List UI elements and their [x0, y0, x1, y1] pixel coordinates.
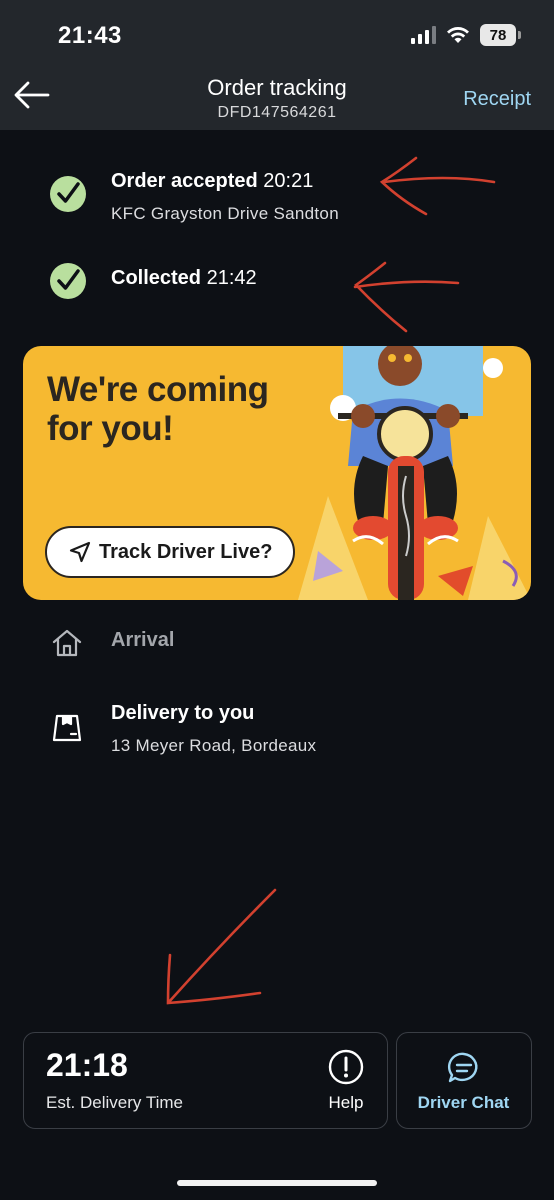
rider-illustration — [298, 346, 531, 600]
status-time: 21:43 — [58, 22, 122, 49]
step-time: 20:21 — [263, 170, 314, 192]
step-title: Order accepted 20:21 — [111, 170, 314, 192]
wifi-icon — [447, 27, 469, 43]
promo-headline: We're coming for you! — [47, 370, 269, 448]
status-icons: 78 — [411, 24, 521, 46]
step-time: 21:42 — [206, 267, 257, 289]
driver-chat-button[interactable]: Driver Chat — [396, 1032, 532, 1129]
top-bar: 21:43 78 Order tracking DFD147564261 Rec… — [0, 0, 554, 130]
step-title: Delivery to you — [111, 702, 255, 724]
package-icon — [51, 712, 89, 750]
annotation-arrow-1 — [379, 156, 496, 216]
eta-label: Est. Delivery Time — [46, 1093, 183, 1112]
track-driver-button[interactable]: Track Driver Live? — [45, 526, 295, 578]
receipt-link[interactable]: Receipt — [463, 88, 531, 111]
track-driver-label: Track Driver Live? — [99, 540, 273, 563]
promo-card: We're coming for you! Track Driver Live? — [23, 346, 531, 600]
step-title: Arrival — [111, 629, 175, 651]
step-subtitle: 13 Meyer Road, Bordeaux — [111, 736, 317, 755]
navigation-arrow-icon — [69, 541, 91, 563]
annotation-arrow-2 — [353, 261, 460, 333]
battery-indicator: 78 — [480, 24, 521, 46]
help-label: Help — [328, 1093, 364, 1112]
eta-time: 21:18 — [46, 1047, 128, 1083]
step-title: Collected 21:42 — [111, 267, 257, 289]
check-circle-icon — [50, 176, 88, 214]
check-circle-icon — [50, 263, 88, 301]
help-button[interactable]: Help — [322, 1049, 370, 1119]
eta-card: 21:18 Est. Delivery Time Help — [23, 1032, 388, 1129]
annotation-arrow-3 — [166, 888, 277, 1005]
driver-chat-label: Driver Chat — [417, 1093, 510, 1112]
home-icon — [51, 627, 89, 665]
home-indicator — [177, 1180, 377, 1186]
step-subtitle: KFC Grayston Drive Sandton — [111, 204, 339, 223]
cellular-signal-icon — [411, 26, 436, 44]
alert-circle-icon — [328, 1049, 364, 1085]
chat-bubble-icon — [447, 1052, 478, 1083]
